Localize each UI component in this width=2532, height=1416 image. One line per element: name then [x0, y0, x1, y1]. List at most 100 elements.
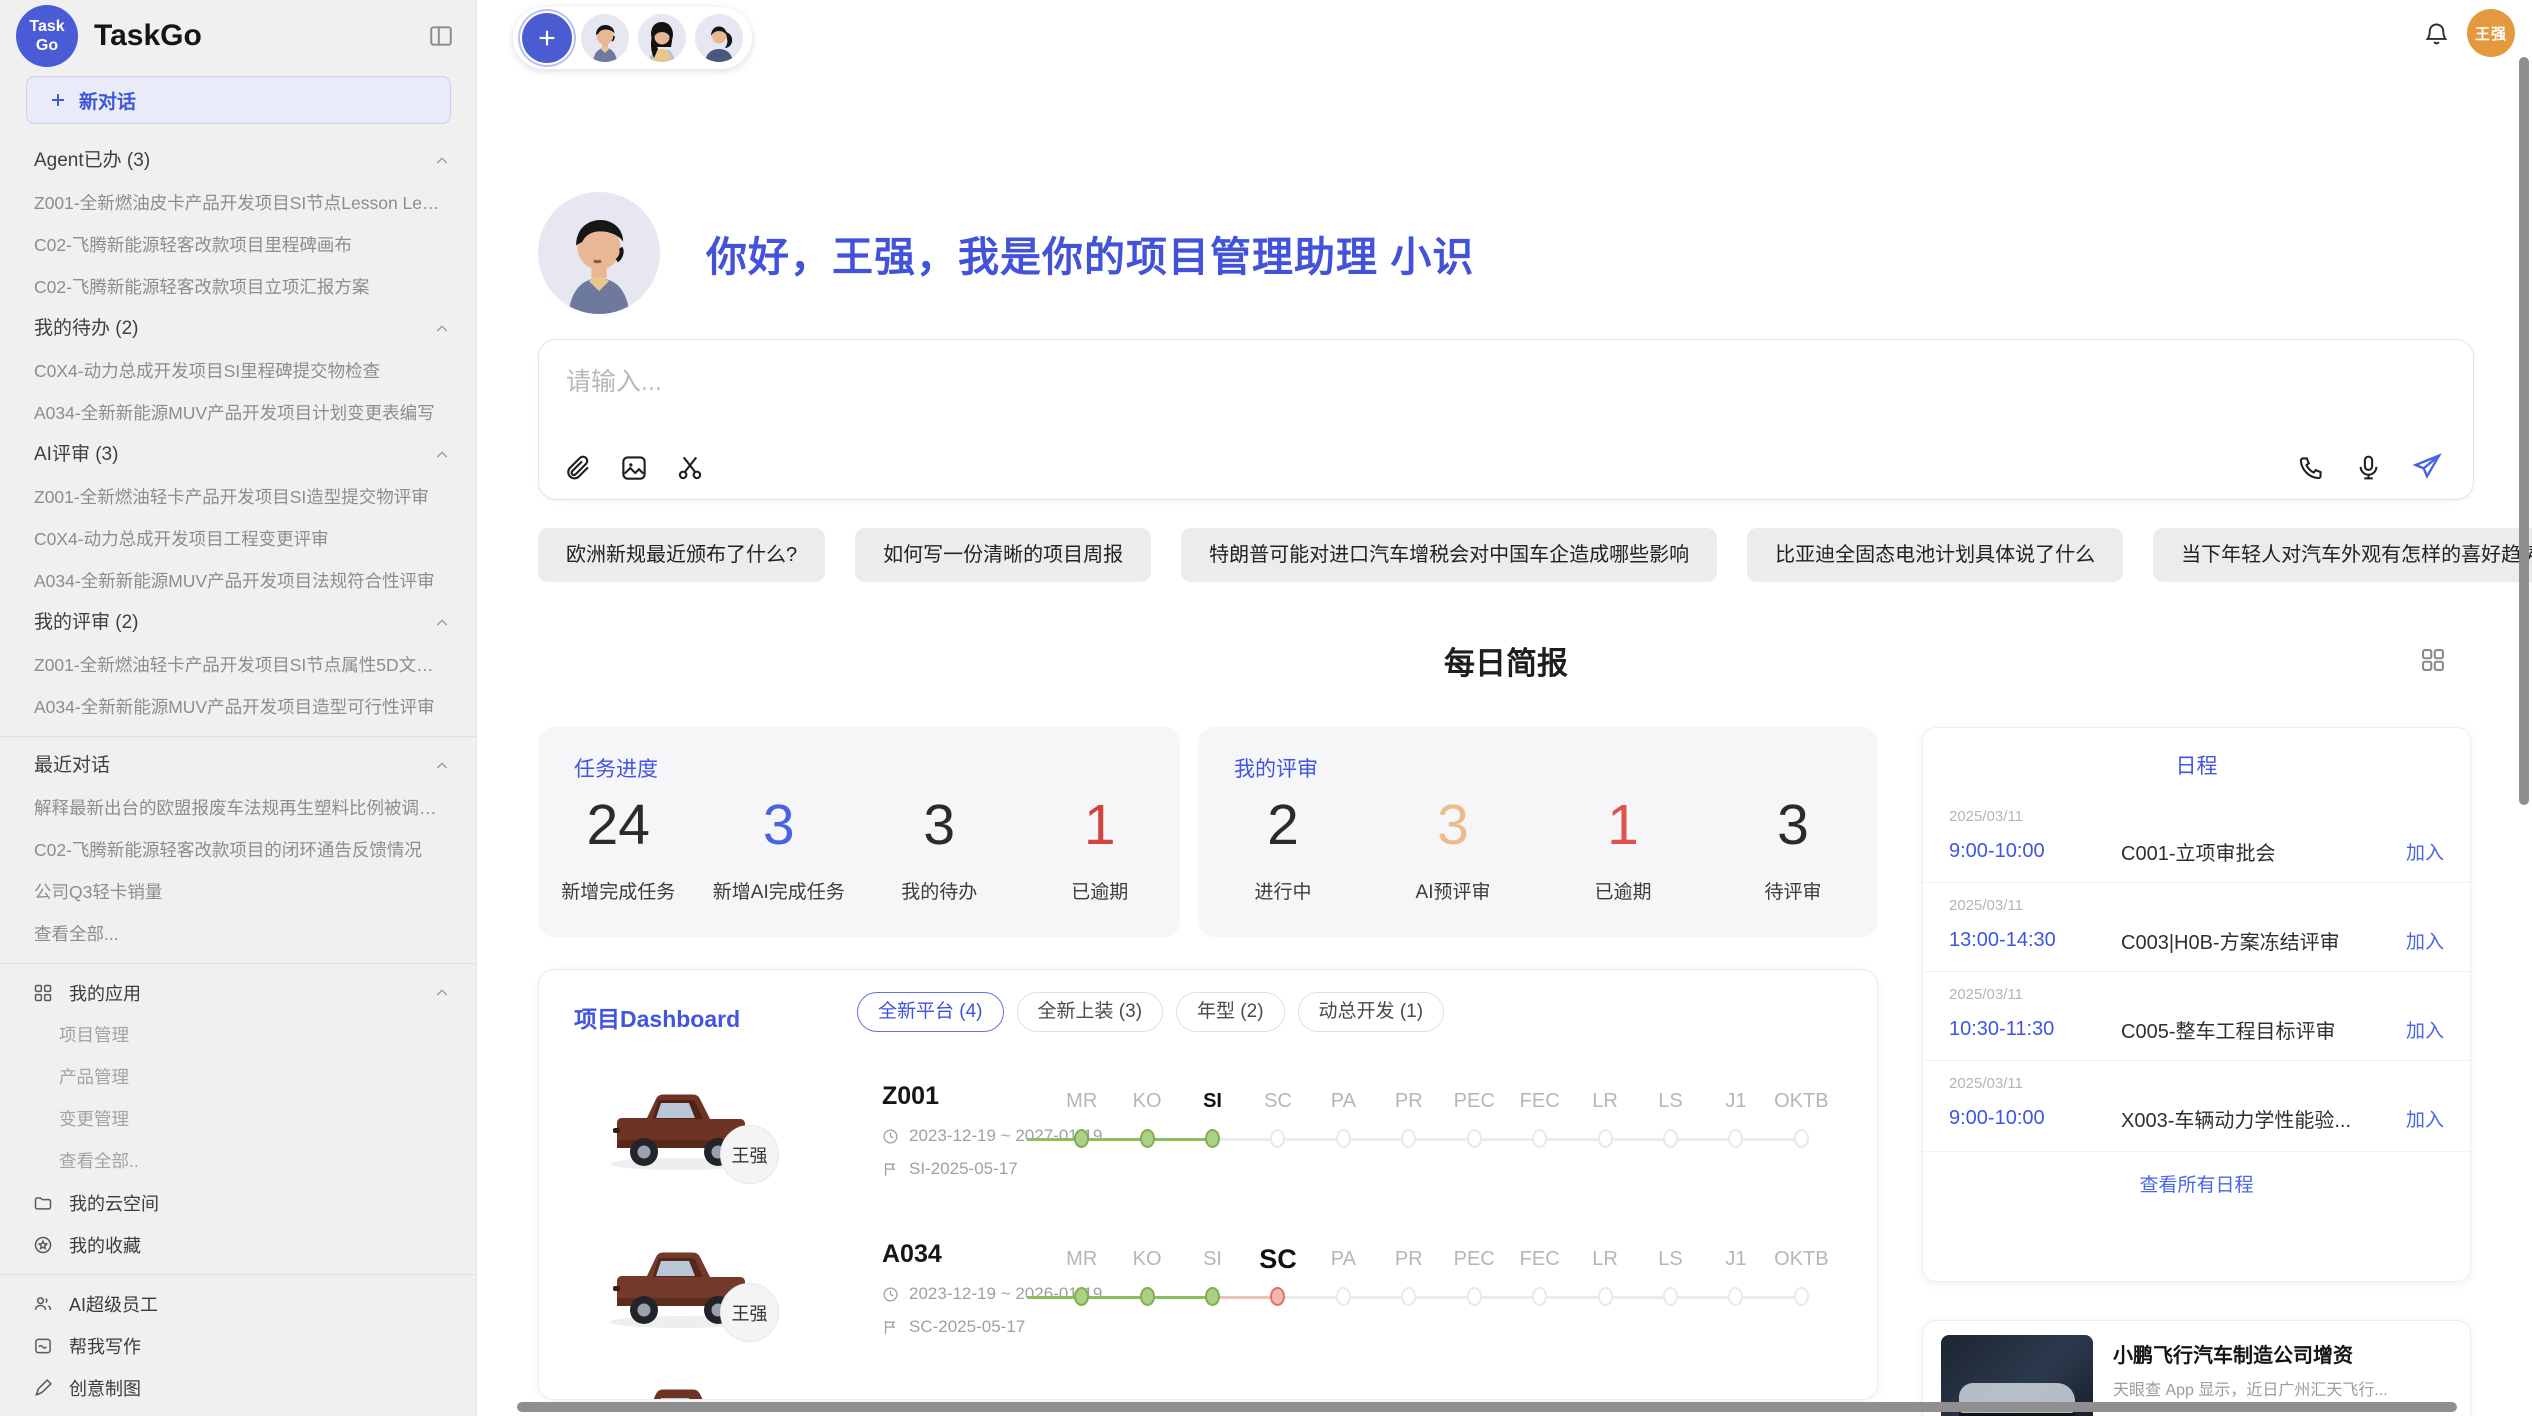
user-avatar-name: 王强 [2475, 23, 2507, 44]
briefing-layout-icon[interactable] [2419, 646, 2447, 674]
stat-overdue: 1 已逾期 [1020, 789, 1181, 904]
image-icon[interactable] [619, 453, 649, 483]
suggestion-chip[interactable]: 当下年轻人对汽车外观有怎样的喜好趋势 [2153, 528, 2532, 582]
attachment-icon[interactable] [563, 453, 593, 483]
event-date: 2025/03/11 [1949, 1075, 2444, 1092]
agent-avatar-3[interactable] [695, 14, 743, 62]
app-item-project-mgmt[interactable]: 项目管理 [0, 1014, 476, 1056]
task-item[interactable]: Z001-全新燃油皮卡产品开发项目SI节点Lesson Learn报告 [0, 182, 476, 224]
task-item[interactable]: C02-飞腾新能源轻客改款项目立项汇报方案 [0, 266, 476, 308]
sidebar-item-my-apps[interactable]: 我的应用 [0, 972, 476, 1014]
chevron-up-icon[interactable] [434, 447, 450, 463]
project-row-partial[interactable] [539, 1373, 1878, 1400]
sidebar-item-creative-draw[interactable]: 创意制图 [0, 1367, 476, 1409]
flag-icon [882, 1161, 899, 1178]
event-time: 9:00-10:00 [1949, 1107, 2121, 1130]
task-item[interactable]: C0X4-动力总成开发项目SI里程碑提交物检查 [0, 350, 476, 392]
sidebar-item-ai-super-staff[interactable]: AI超级员工 [0, 1283, 476, 1325]
suggestion-chip[interactable]: 如何写一份清晰的项目周报 [855, 528, 1151, 582]
task-item[interactable]: Z001-全新燃油轻卡产品开发项目SI节点属性5D文件评审 [0, 644, 476, 686]
schedule-event: 2025/03/11 9:00-10:00 C001-立项审批会 加入 [1923, 794, 2470, 882]
suggestion-chip[interactable]: 比亚迪全固态电池计划具体说了什么 [1747, 528, 2123, 582]
section-ai-review[interactable]: AI评审 (3) [0, 434, 476, 476]
notification-bell-icon[interactable] [2423, 20, 2450, 47]
section-agent-done[interactable]: Agent已办 (3) [0, 140, 476, 182]
view-all-apps[interactable]: 查看全部.. [0, 1140, 476, 1182]
section-my-review[interactable]: 我的评审 (2) [0, 602, 476, 644]
collapse-sidebar-icon[interactable] [428, 23, 454, 49]
view-all-chats[interactable]: 查看全部... [0, 913, 476, 955]
event-name: C003|H0B-方案冻结评审 [2121, 926, 2406, 955]
project-dashboard-card: 项目Dashboard 全新平台 (4) 全新上装 (3) 年型 (2) 动总开… [538, 969, 1878, 1400]
pen-icon [33, 1378, 53, 1398]
section-my-todo[interactable]: 我的待办 (2) [0, 308, 476, 350]
task-item[interactable]: Z001-全新燃油轻卡产品开发项目SI造型提交物评审 [0, 476, 476, 518]
tab-powertrain[interactable]: 动总开发 (1) [1298, 992, 1445, 1032]
recent-chat-item[interactable]: 解释最新出台的欧盟报废车法规再生塑料比例被调至15%... [0, 787, 476, 829]
task-item[interactable]: A034-全新新能源MUV产品开发项目计划变更表编写 [0, 392, 476, 434]
recent-chat-item[interactable]: C02-飞腾新能源轻客改款项目的闭环通告反馈情况 [0, 829, 476, 871]
event-date: 2025/03/11 [1949, 897, 2444, 914]
chevron-up-icon[interactable] [434, 758, 450, 774]
view-all-schedule-link[interactable]: 查看所有日程 [1923, 1151, 2470, 1197]
stat-new-done: 24 新增完成任务 [538, 789, 699, 904]
join-button[interactable]: 加入 [2406, 1105, 2444, 1132]
new-chat-button[interactable]: 新对话 [26, 76, 451, 124]
join-button[interactable]: 加入 [2406, 838, 2444, 865]
dashboard-title: 项目Dashboard [574, 1000, 740, 1034]
join-button[interactable]: 加入 [2406, 927, 2444, 954]
task-item[interactable]: C02-飞腾新能源轻客改款项目里程碑画布 [0, 224, 476, 266]
milestone-dots [1049, 1287, 1834, 1309]
phone-call-icon[interactable] [2297, 453, 2326, 482]
project-row-z001[interactable]: 王强 Z001 2023-12-19 ~ 2027-01-19 [539, 1078, 1878, 1238]
horizontal-scrollbar[interactable] [517, 1402, 2457, 1412]
chat-input-box[interactable]: 请输入... [538, 339, 2474, 500]
suggestion-chip[interactable]: 特朗普可能对进口汽车增税会对中国车企造成哪些影响 [1181, 528, 1717, 582]
chevron-up-icon[interactable] [434, 615, 450, 631]
tab-year-model[interactable]: 年型 (2) [1176, 992, 1285, 1032]
milestone-track: MRKO SISC PAPR PECFEC LRLS J1OKTB [1049, 1236, 1834, 1309]
scissors-icon[interactable] [675, 453, 705, 483]
my-review-title: 我的评审 [1234, 753, 1318, 783]
sidebar-item-cloud-space[interactable]: 我的云空间 [0, 1182, 476, 1224]
chevron-up-icon[interactable] [434, 985, 450, 1001]
task-item[interactable]: C0X4-动力总成开发项目工程变更评审 [0, 518, 476, 560]
send-icon[interactable] [2411, 451, 2443, 483]
news-body: 天眼查 App 显示，近日广州汇天飞行... [2113, 1379, 2458, 1403]
tab-new-body[interactable]: 全新上装 (3) [1017, 992, 1164, 1032]
milestone-labels: MRKO SISC PAPR PECFEC LRLS J1OKTB [1049, 1086, 1834, 1116]
task-item[interactable]: A034-全新新能源MUV产品开发项目造型可行性评审 [0, 686, 476, 728]
clock-icon [882, 1128, 899, 1145]
suggestion-chips: 欧洲新规最近颁布了什么? 如何写一份清晰的项目周报 特朗普可能对进口汽车增税会对… [538, 528, 2532, 582]
sidebar-header: Task Go TaskGo [0, 0, 476, 72]
app-item-product-mgmt[interactable]: 产品管理 [0, 1056, 476, 1098]
schedule-panel: 日程 2025/03/11 9:00-10:00 C001-立项审批会 加入 2… [1922, 727, 2471, 1282]
add-agent-button[interactable] [522, 13, 572, 63]
join-button[interactable]: 加入 [2406, 1016, 2444, 1043]
cloud-space-label: 我的云空间 [69, 1190, 159, 1216]
agent-avatar-2[interactable] [638, 14, 686, 62]
vertical-scrollbar[interactable] [2519, 57, 2529, 805]
task-item[interactable]: A034-全新新能源MUV产品开发项目法规符合性评审 [0, 560, 476, 602]
chevron-up-icon[interactable] [434, 321, 450, 337]
tab-new-platform[interactable]: 全新平台 (4) [857, 992, 1004, 1032]
microphone-icon[interactable] [2354, 453, 2383, 482]
people-icon [33, 1294, 53, 1314]
sidebar-item-favorites[interactable]: 我的收藏 [0, 1224, 476, 1266]
recent-chat-item[interactable]: 公司Q3轻卡销量 [0, 871, 476, 913]
section-recent-chats[interactable]: 最近对话 [0, 745, 476, 787]
help-write-label: 帮我写作 [69, 1333, 141, 1359]
project-flag: SC-2025-05-17 [882, 1317, 1025, 1337]
app-root: Task Go TaskGo 新对话 Agent已办 (3) [0, 0, 2532, 1416]
agent-avatar-1[interactable] [581, 14, 629, 62]
app-item-change-mgmt[interactable]: 变更管理 [0, 1098, 476, 1140]
chevron-up-icon[interactable] [434, 153, 450, 169]
suggestion-chip[interactable]: 欧洲新规最近颁布了什么? [538, 528, 825, 582]
apps-grid-icon [33, 983, 53, 1003]
project-row-a034[interactable]: 王强 A034 2023-12-19 ~ 2026-01-19 [539, 1236, 1878, 1396]
event-name: X003-车辆动力学性能验... [2121, 1104, 2406, 1133]
task-progress-title: 任务进度 [574, 753, 658, 783]
cloud-folder-icon [33, 1193, 53, 1213]
user-avatar[interactable]: 王强 [2467, 9, 2515, 57]
sidebar-item-help-write[interactable]: 帮我写作 [0, 1325, 476, 1367]
